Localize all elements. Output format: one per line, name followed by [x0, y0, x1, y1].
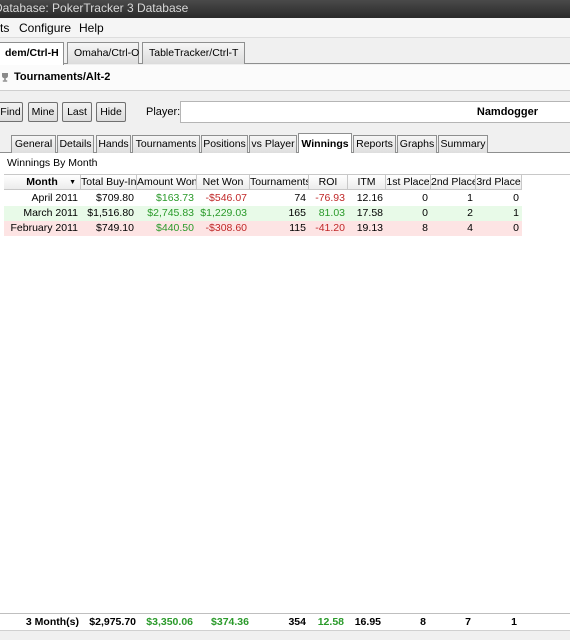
- menu-item-tools[interactable]: ts: [0, 20, 9, 36]
- cell-roi: -41.20: [315, 222, 345, 234]
- hide-button[interactable]: Hide: [96, 102, 126, 122]
- tab-summary[interactable]: Summary: [438, 135, 488, 153]
- window-title-bar: Database: PokerTracker 3 Database: [0, 0, 570, 18]
- mine-button[interactable]: Mine: [28, 102, 58, 122]
- col-header-total-buy-in[interactable]: Total Buy-In: [81, 175, 137, 190]
- cell-2nd-place: 2: [467, 207, 473, 219]
- menu-item-configure[interactable]: Configure: [19, 20, 71, 36]
- col-header-1st-place[interactable]: 1st Place: [386, 175, 431, 190]
- cell-month: March 2011: [23, 207, 78, 219]
- tab-tournaments-stats[interactable]: Tournaments: [132, 135, 200, 153]
- cell-3rd-place: 1: [513, 207, 519, 219]
- col-header-amount-won[interactable]: Amount Won: [137, 175, 197, 190]
- cell-roi: -76.93: [315, 192, 345, 204]
- cell-tournaments: 115: [289, 222, 306, 234]
- cell-month: February 2011: [10, 222, 78, 234]
- cell-amount-won: $440.50: [156, 222, 194, 234]
- total-amount-won: $3,350.06: [146, 616, 193, 628]
- cell-net-won: -$308.60: [205, 222, 247, 234]
- totals-row: 3 Month(s) $2,975.70 $3,350.06 $374.36 3…: [0, 613, 570, 630]
- tab-omaha[interactable]: Omaha/Ctrl-O: [67, 42, 139, 64]
- window-title: Database: PokerTracker 3 Database: [0, 1, 189, 15]
- tab-general[interactable]: General: [11, 135, 56, 153]
- cell-1st-place: 0: [422, 192, 428, 204]
- total-buy-in: $2,975.70: [89, 616, 136, 628]
- tab-tournaments[interactable]: Tournaments/Alt-2: [14, 71, 110, 83]
- cell-total-buy-in: $1,516.80: [87, 207, 134, 219]
- cell-tournaments: 74: [294, 192, 306, 204]
- tab-positions[interactable]: Positions: [201, 135, 248, 153]
- cell-total-buy-in: $709.80: [96, 192, 134, 204]
- total-tournaments: 354: [288, 616, 306, 628]
- cell-amount-won: $163.73: [156, 192, 194, 204]
- col-header-2nd-place[interactable]: 2nd Place: [431, 175, 476, 190]
- menu-bar: ts Configure Help: [0, 18, 570, 38]
- find-button[interactable]: Find: [0, 102, 23, 122]
- player-toolbar: Find Mine Last Hide Player: Namdogger: [0, 99, 570, 125]
- cell-roi: 81.03: [318, 207, 345, 219]
- menu-item-help[interactable]: Help: [79, 20, 104, 36]
- tab-hands[interactable]: Hands: [96, 135, 131, 153]
- cell-itm: 17.58: [356, 207, 383, 219]
- table-row[interactable]: February 2011 $749.10 $440.50 -$308.60 1…: [4, 221, 522, 236]
- sort-desc-icon: ▼: [69, 179, 76, 186]
- cell-month: April 2011: [31, 192, 78, 204]
- col-header-3rd-place[interactable]: 3rd Place: [476, 175, 522, 190]
- cell-1st-place: 8: [422, 222, 428, 234]
- col-header-net-won[interactable]: Net Won: [197, 175, 250, 190]
- status-strip: [0, 630, 570, 640]
- cell-amount-won: $2,745.83: [147, 207, 194, 219]
- total-1st-place: 8: [420, 616, 426, 628]
- player-name: Namdogger: [476, 106, 538, 118]
- tab-details[interactable]: Details: [57, 135, 94, 153]
- cell-1st-place: 0: [422, 207, 428, 219]
- table-row[interactable]: March 2011 $1,516.80 $2,745.83 $1,229.03…: [4, 206, 522, 221]
- tab-reports[interactable]: Reports: [353, 135, 396, 153]
- cell-net-won: -$546.07: [205, 192, 247, 204]
- winnings-table: Month ▼ Total Buy-In Amount Won Net Won …: [4, 174, 570, 640]
- table-row[interactable]: April 2011 $709.80 $163.73 -$546.07 74 -…: [4, 191, 522, 206]
- total-months: 3 Month(s): [25, 616, 79, 628]
- col-header-roi[interactable]: ROI: [309, 175, 348, 190]
- table-header: Month ▼ Total Buy-In Amount Won Net Won …: [4, 175, 522, 190]
- total-3rd-place: 1: [511, 616, 517, 628]
- cell-3rd-place: 0: [513, 192, 519, 204]
- mode-tab-bar: Tournaments/Alt-2: [0, 65, 570, 91]
- col-header-tournaments[interactable]: Tournaments: [250, 175, 309, 190]
- section-title: Winnings By Month: [7, 157, 98, 169]
- total-itm: 16.95: [354, 616, 381, 628]
- total-roi: 12.58: [317, 616, 344, 628]
- col-header-month[interactable]: Month ▼: [4, 175, 81, 190]
- cell-2nd-place: 4: [467, 222, 473, 234]
- cell-itm: 19.13: [356, 222, 383, 234]
- col-header-itm[interactable]: ITM: [348, 175, 386, 190]
- cell-total-buy-in: $749.10: [96, 222, 134, 234]
- player-field[interactable]: Namdogger: [180, 101, 570, 123]
- cell-2nd-place: 1: [467, 192, 473, 204]
- stats-tab-bar: General Details Hands Tournaments Positi…: [0, 132, 570, 154]
- tab-holdem[interactable]: dem/Ctrl-H: [0, 42, 64, 65]
- cell-itm: 12.16: [356, 192, 383, 204]
- tab-vs-player[interactable]: vs Player: [249, 135, 297, 153]
- cell-net-won: $1,229.03: [200, 207, 247, 219]
- game-tab-bar: dem/Ctrl-H Omaha/Ctrl-O TableTracker/Ctr…: [0, 40, 570, 65]
- total-2nd-place: 7: [465, 616, 471, 628]
- cell-tournaments: 165: [288, 207, 306, 219]
- tab-tabletracker[interactable]: TableTracker/Ctrl-T: [142, 42, 245, 64]
- last-button[interactable]: Last: [62, 102, 92, 122]
- tab-winnings[interactable]: Winnings: [298, 133, 352, 154]
- player-label: Player:: [146, 106, 181, 118]
- tab-graphs[interactable]: Graphs: [397, 135, 437, 153]
- trophy-icon: [2, 73, 8, 82]
- winnings-panel: Winnings By Month Month ▼ Total Buy-In A…: [0, 153, 570, 640]
- total-net-won: $374.36: [211, 616, 249, 628]
- cell-3rd-place: 0: [513, 222, 519, 234]
